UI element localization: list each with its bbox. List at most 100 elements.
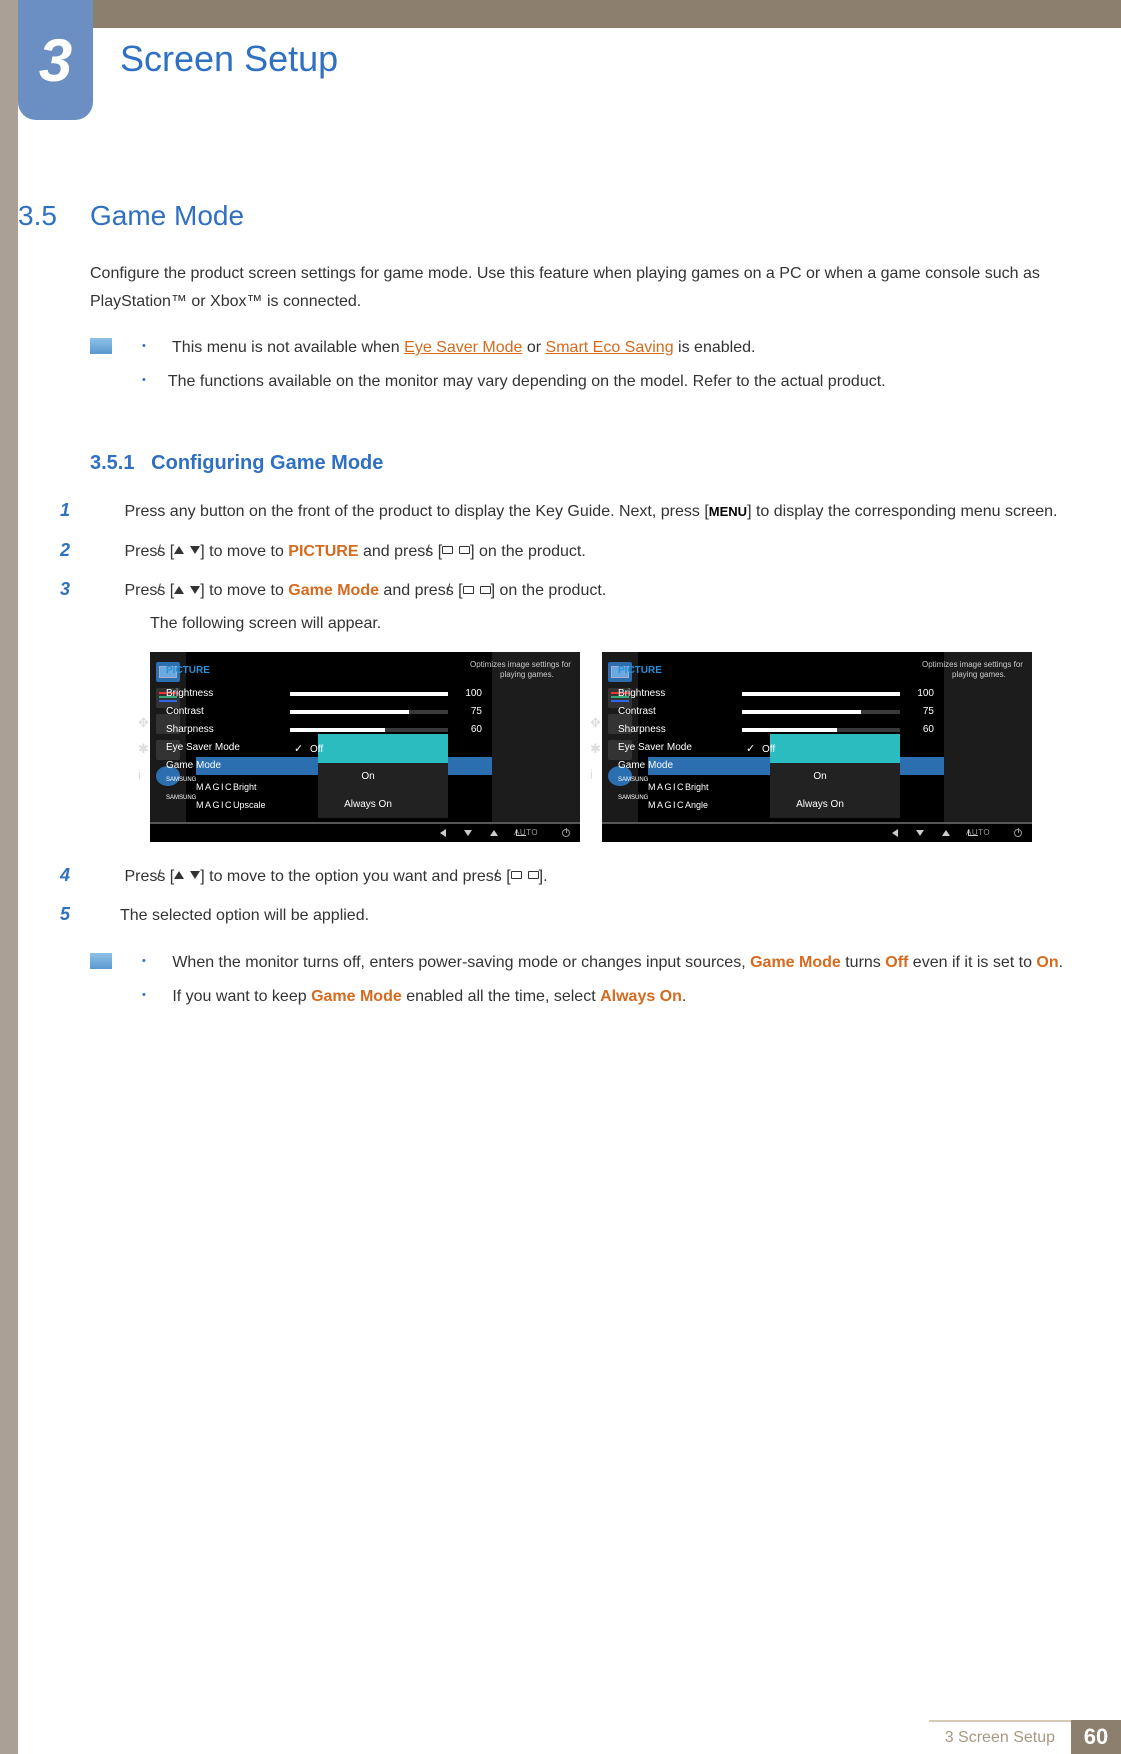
- subsection-number: 3.5.1: [90, 452, 134, 474]
- osd-btn-down-icon: [916, 830, 924, 836]
- osd-label-magic-upscale: SAMSUNG MAGICUpscale: [196, 795, 282, 810]
- osd-label: Contrast: [196, 703, 282, 721]
- note-list: When the monitor turns off, enters power…: [142, 949, 1063, 1017]
- text: .: [682, 988, 686, 1005]
- source-enter-icon: /: [463, 578, 491, 601]
- note-icon: [90, 953, 112, 969]
- osd-label: Game Mode: [648, 757, 734, 775]
- osd-btn-power-icon: [1014, 829, 1022, 837]
- osd-btn-return-icon: [516, 830, 526, 836]
- osd-label: Brightness: [196, 685, 282, 703]
- osd-value: 75: [908, 703, 934, 721]
- osd-help-panel: Optimizes image settings for playing gam…: [944, 652, 1032, 822]
- link-eye-saver-mode[interactable]: Eye Saver Mode: [404, 339, 522, 356]
- osd-label: Game Mode: [196, 757, 282, 775]
- osd-label: Eye Saver Mode: [196, 739, 282, 757]
- osd-help-text: Optimizes image settings for playing gam…: [952, 660, 1024, 681]
- chapter-number-tab: 3: [18, 0, 93, 120]
- osd-item-brightness: Brightness 100: [196, 685, 492, 703]
- up-down-icon: /: [174, 864, 200, 887]
- top-band: [0, 0, 1121, 28]
- subsection-title: Configuring Game Mode: [151, 452, 383, 474]
- osd-btn-left-icon: [440, 829, 446, 837]
- keyword-picture: PICTURE: [288, 543, 358, 560]
- osd-btn-up-icon: [490, 830, 498, 836]
- step: The selected option will be applied.: [90, 899, 1073, 931]
- osd-dropdown: ✓ Off On Always On: [318, 734, 448, 819]
- osd-slider: [290, 710, 448, 714]
- text: ] to move to: [200, 582, 288, 599]
- osd-slider: [290, 728, 448, 732]
- text: ] to display the corresponding menu scre…: [747, 503, 1057, 520]
- text: When the monitor turns off, enters power…: [172, 954, 750, 971]
- osd-screenshot-1: ✥ ✱ i PICTURE Brightness 100: [150, 652, 580, 842]
- osd-slider: [290, 692, 448, 696]
- text: Press any button on the front of the pro…: [124, 503, 708, 520]
- text: Press [: [124, 868, 174, 885]
- osd-dropdown: ✓ Off On Always On: [770, 734, 900, 819]
- text: Press [: [124, 582, 174, 599]
- osd-label: Brightness: [648, 685, 734, 703]
- osd-slider: [742, 692, 900, 696]
- osd-main: PICTURE Brightness 100 Contrast: [186, 652, 492, 822]
- text: Press [: [124, 543, 174, 560]
- note-block-2: When the monitor turns off, enters power…: [90, 949, 1073, 1017]
- osd-item-brightness: Brightness 100: [648, 685, 944, 703]
- osd-label: Sharpness: [196, 721, 282, 739]
- step: Press any button on the front of the pro…: [90, 495, 1073, 527]
- osd-help-panel: Optimizes image settings for playing gam…: [492, 652, 580, 822]
- osd-main: PICTURE Brightness 100 Contrast: [638, 652, 944, 822]
- step: Press [/] to move to PICTURE and press […: [90, 535, 1073, 567]
- note-list: This menu is not available when Eye Save…: [142, 334, 886, 402]
- text: This menu is not available when: [172, 339, 404, 356]
- osd-item-contrast: Contrast 75: [648, 703, 944, 721]
- section-number: 3.5: [18, 200, 90, 232]
- keyword-game-mode: Game Mode: [311, 988, 402, 1005]
- footer-page-number: 60: [1071, 1720, 1121, 1754]
- osd-value: 100: [908, 685, 934, 703]
- subsection: 3.5.1 Configuring Game Mode Press any bu…: [90, 452, 1073, 1017]
- osd-bottom-bar: AUTO: [150, 822, 580, 842]
- text: or: [522, 339, 545, 356]
- osd-dropdown-option-on: On: [318, 763, 448, 791]
- footer: 3 Screen Setup 60: [18, 1720, 1121, 1754]
- note-item: The functions available on the monitor m…: [142, 368, 886, 396]
- text: ] to move to the option you want and pre…: [200, 868, 510, 885]
- step: Press [/] to move to Game Mode and press…: [90, 574, 1073, 842]
- osd-label-magic-angle: SAMSUNG MAGICAngle: [648, 795, 734, 810]
- subsection-heading: 3.5.1 Configuring Game Mode: [90, 452, 1073, 475]
- text: ] to move to: [200, 543, 288, 560]
- osd-btn-power-icon: [562, 829, 570, 837]
- menu-key: MENU: [709, 504, 747, 519]
- osd-label: Sharpness: [648, 721, 734, 739]
- text: ].: [539, 868, 548, 885]
- intro-paragraph: Configure the product screen settings fo…: [90, 260, 1073, 316]
- osd-label-magic-bright: SAMSUNG MAGICBright: [648, 777, 734, 792]
- osd-value: 100: [456, 685, 482, 703]
- section-heading: 3.5 Game Mode: [18, 200, 1073, 232]
- up-down-icon: /: [174, 578, 200, 601]
- osd-value: 60: [908, 721, 934, 739]
- content: 3.5 Game Mode Configure the product scre…: [18, 200, 1073, 1017]
- source-enter-icon: /: [442, 539, 470, 562]
- osd-label-magic-bright: SAMSUNG MAGICBright: [196, 777, 282, 792]
- step-subtext: The following screen will appear.: [150, 610, 1073, 638]
- osd-dropdown-option-off: ✓ Off: [318, 736, 448, 764]
- osd-heading: PICTURE: [196, 662, 492, 680]
- osd-bottom-bar: AUTO: [602, 822, 1032, 842]
- text: turns: [841, 954, 885, 971]
- osd-row: ✥ ✱ i PICTURE Brightness 100: [150, 652, 1073, 842]
- osd-screenshot-2: ✥ ✱ i PICTURE Brightness 100: [602, 652, 1032, 842]
- osd-value: 75: [456, 703, 482, 721]
- note-icon: [90, 338, 112, 354]
- page: 3 Screen Setup 3.5 Game Mode Configure t…: [0, 0, 1121, 1754]
- text: even if it is set to: [908, 954, 1036, 971]
- osd-value: 60: [456, 721, 482, 739]
- source-enter-icon: /: [511, 864, 539, 887]
- osd-heading: PICTURE: [648, 662, 944, 680]
- section-title: Game Mode: [90, 200, 244, 232]
- osd-btn-left-icon: [892, 829, 898, 837]
- keyword-always-on: Always On: [600, 988, 682, 1005]
- link-smart-eco-saving[interactable]: Smart Eco Saving: [546, 339, 674, 356]
- osd-btn-return-icon: [968, 830, 978, 836]
